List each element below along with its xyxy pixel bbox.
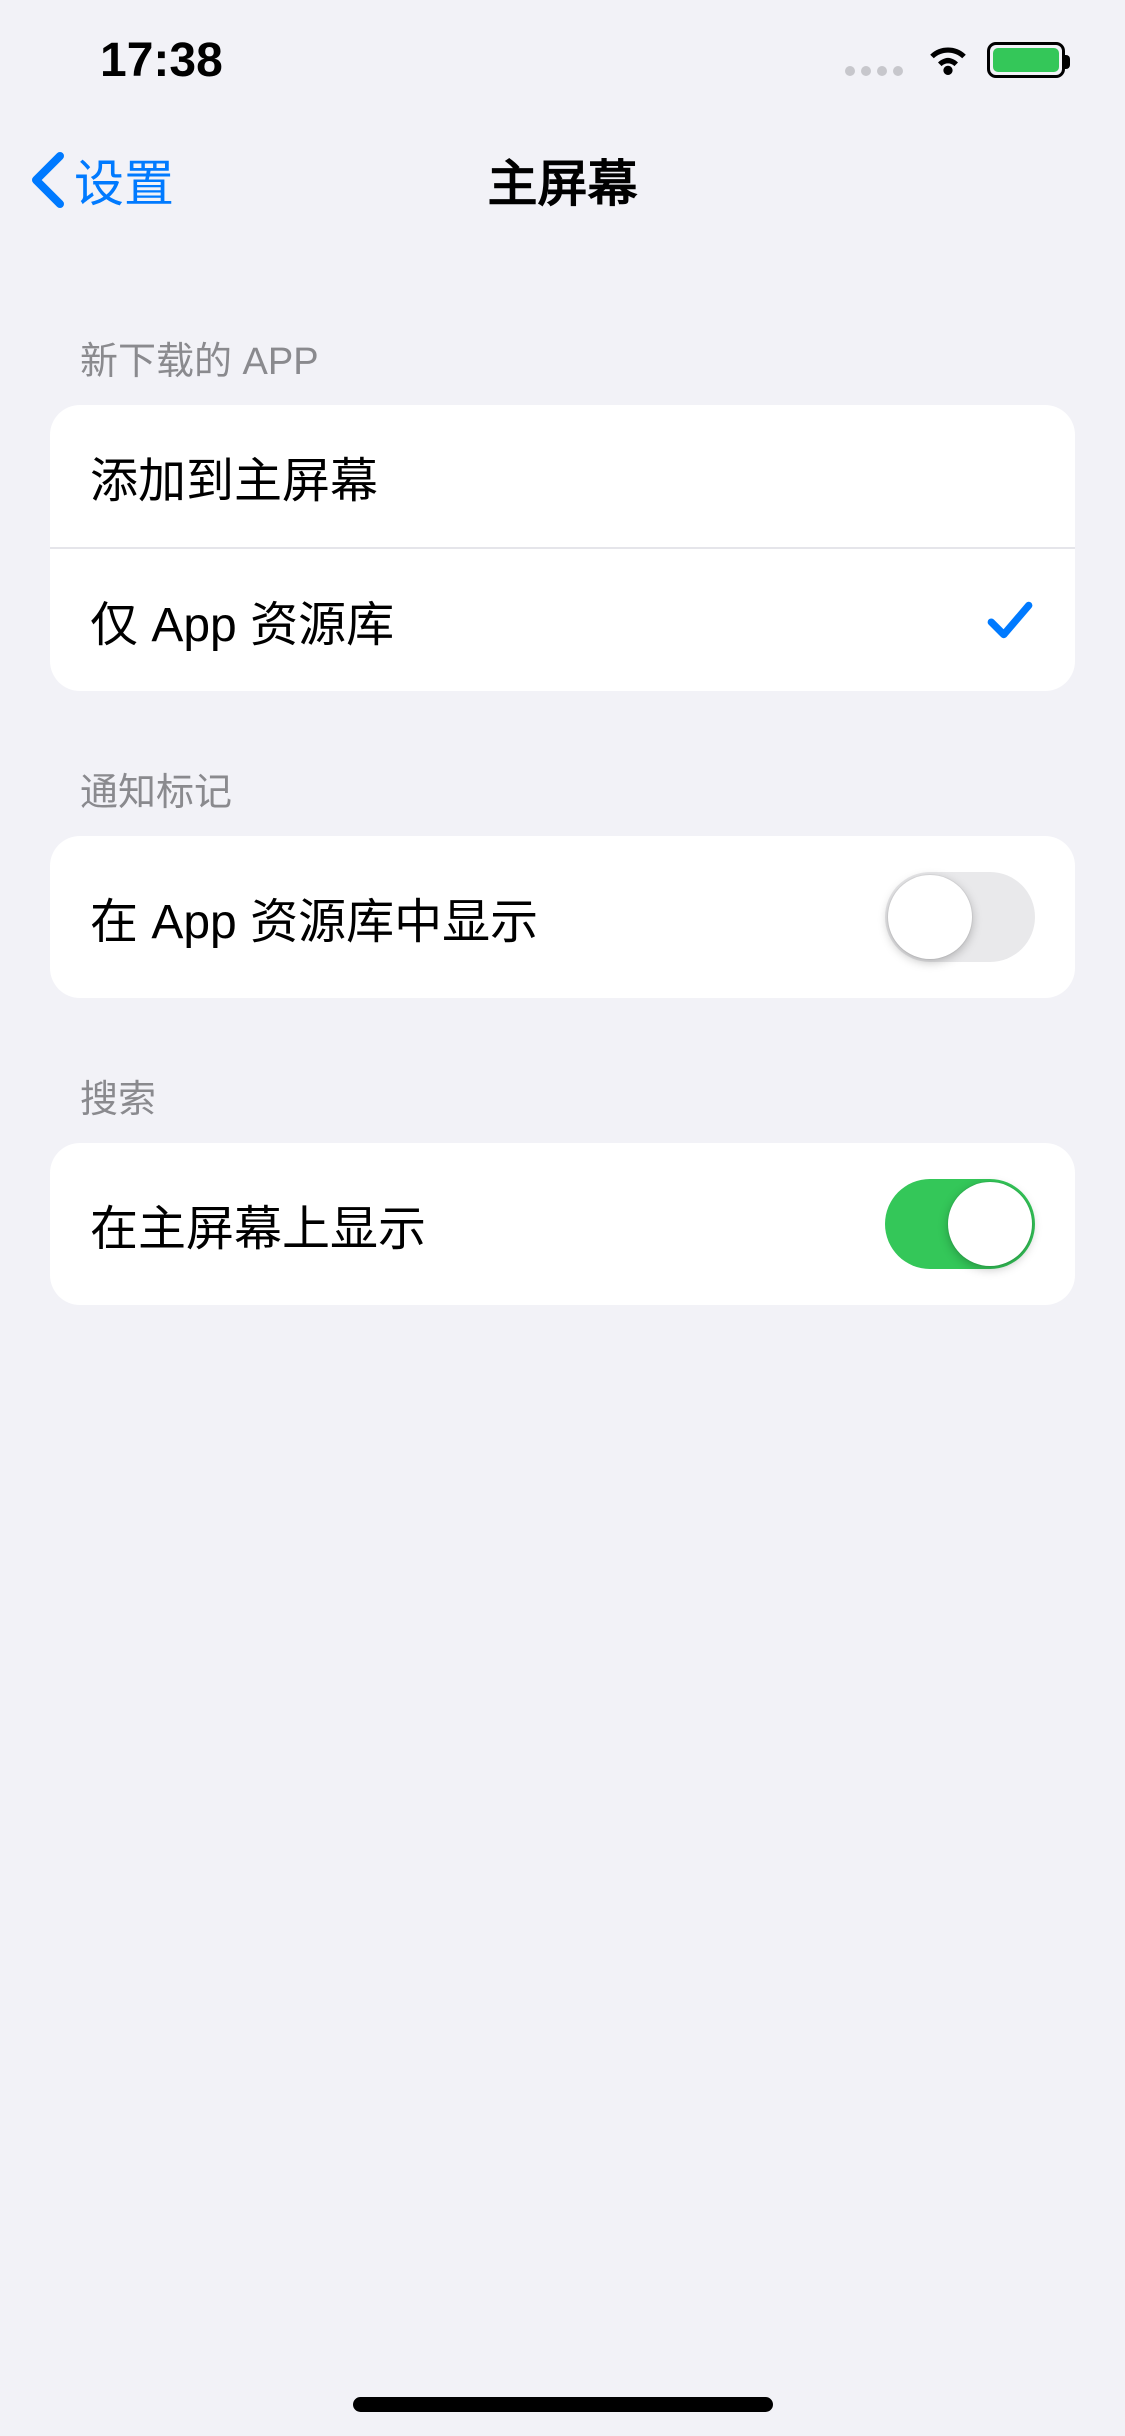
cell-dots-icon: [845, 33, 909, 88]
section-header-badges: 通知标记: [50, 691, 1075, 836]
wifi-icon: [927, 45, 969, 75]
row-show-on-home: 在主屏幕上显示: [50, 1143, 1075, 1305]
home-indicator[interactable]: [353, 2397, 773, 2412]
row-label: 在 App 资源库中显示: [90, 882, 538, 952]
group-search: 在主屏幕上显示: [50, 1143, 1075, 1305]
section-header-search: 搜索: [50, 998, 1075, 1143]
toggle-knob: [948, 1182, 1032, 1266]
toggle-show-in-library[interactable]: [885, 872, 1035, 962]
section-header-new-downloads: 新下载的 APP: [50, 290, 1075, 405]
back-button[interactable]: 设置: [30, 144, 174, 216]
group-new-downloads: 添加到主屏幕 仅 App 资源库: [50, 405, 1075, 691]
option-label: 添加到主屏幕: [90, 441, 378, 511]
status-bar: 17:38: [0, 0, 1125, 120]
checkmark-icon: [985, 595, 1035, 645]
status-indicators: [845, 33, 1065, 88]
content: 新下载的 APP 添加到主屏幕 仅 App 资源库 通知标记 在 App 资源库…: [0, 240, 1125, 1305]
battery-icon: [987, 42, 1065, 78]
row-show-in-library: 在 App 资源库中显示: [50, 836, 1075, 998]
option-add-to-home[interactable]: 添加到主屏幕: [50, 405, 1075, 547]
toggle-show-on-home[interactable]: [885, 1179, 1035, 1269]
status-time: 17:38: [100, 33, 223, 88]
group-badges: 在 App 资源库中显示: [50, 836, 1075, 998]
option-label: 仅 App 资源库: [90, 585, 394, 655]
chevron-left-icon: [30, 152, 66, 208]
toggle-knob: [888, 875, 972, 959]
nav-bar: 设置 主屏幕: [0, 120, 1125, 240]
row-label: 在主屏幕上显示: [90, 1189, 426, 1259]
option-app-library-only[interactable]: 仅 App 资源库: [50, 547, 1075, 691]
back-label: 设置: [74, 144, 174, 216]
